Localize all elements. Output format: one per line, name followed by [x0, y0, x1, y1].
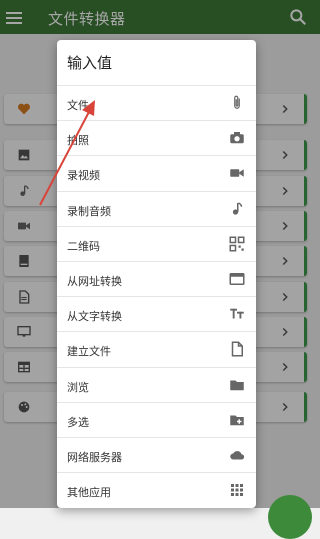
- annotation-arrow: [39, 100, 95, 206]
